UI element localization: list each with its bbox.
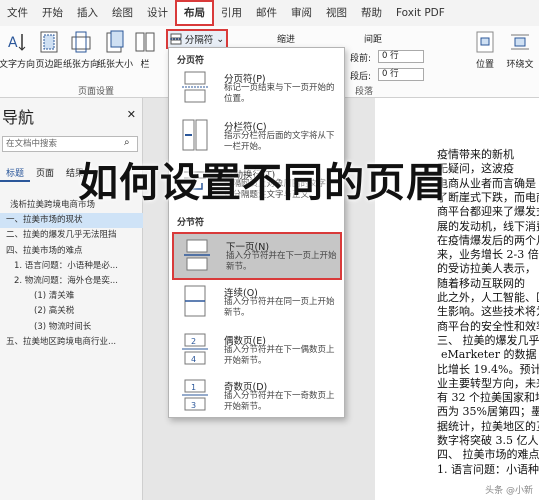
- break-option-4[interactable]: 连续(O) 插入分节符并在同一页上开始新节。: [172, 280, 342, 328]
- menu-item-5[interactable]: 布局: [175, 0, 214, 26]
- breaks-icon: [169, 33, 182, 45]
- tab-headings[interactable]: 标题: [0, 162, 31, 182]
- tab-pages[interactable]: 页面: [30, 162, 60, 182]
- page-breaks-header: 分页符: [177, 56, 205, 66]
- margins-icon: [40, 31, 58, 53]
- nav-heading-item[interactable]: (1) 清关难: [0, 289, 143, 304]
- position-button[interactable]: 位置: [470, 30, 500, 76]
- paper-size-button[interactable]: 纸张大小: [97, 30, 134, 76]
- position-label: 位置: [475, 60, 494, 70]
- break-option-description: 标记一页结束与下一页开始的位置。: [224, 83, 335, 104]
- next-page-icon: [184, 239, 210, 271]
- paragraph-group-label: 段落: [355, 87, 374, 97]
- menu-item-1[interactable]: 开始: [35, 0, 70, 26]
- svg-text:2: 2: [191, 337, 196, 346]
- svg-text:3: 3: [191, 401, 196, 410]
- break-option-5[interactable]: 2 4 偶数页(E) 插入分节符并在下一偶数页上开始新节。: [172, 328, 342, 376]
- indent-label: 缩进: [277, 35, 296, 45]
- columns-label: 栏: [140, 60, 150, 70]
- nav-heading-item[interactable]: 1. 语言问题：小语种是必...: [0, 259, 143, 274]
- break-option-description: 插入分节符并在下一页上开始新节。: [226, 251, 337, 272]
- svg-text:A: A: [8, 35, 18, 51]
- continuous-icon: [184, 285, 206, 317]
- nav-heading-item[interactable]: (2) 高关税: [0, 304, 143, 319]
- breaks-label: 分隔符: [184, 35, 214, 46]
- break-option-6[interactable]: 1 3 奇数页(D) 插入分节符并在下一奇数页上开始新节。: [172, 374, 342, 422]
- break-option-description: 插入分节符并在同一页上开始新节。: [224, 297, 335, 318]
- nav-heading-item[interactable]: 五、拉美地区跨境电商行业...: [0, 335, 143, 350]
- spacing-label: 间距: [364, 35, 383, 45]
- wrap-text-icon: [511, 34, 529, 50]
- menu-item-4[interactable]: 设计: [140, 0, 175, 26]
- nav-heading-list: 浅析拉美跨境电商市场 一、拉美市场的现状 二、拉美的爆发几乎无法阻挡 四、拉美市场的难…: [0, 198, 143, 350]
- break-option-0[interactable]: 分页符(P) 标记一页结束与下一页开始的位置。: [172, 66, 342, 114]
- nav-heading-item[interactable]: (3) 物流时间长: [0, 320, 143, 335]
- before-label: 段前:: [350, 54, 372, 64]
- wrap-text-button[interactable]: 环绕文: [502, 30, 538, 76]
- page-break-icon: [182, 71, 208, 103]
- paper-size-label: 纸张大小: [97, 60, 134, 70]
- position-icon: [476, 31, 494, 53]
- columns-button[interactable]: 栏: [134, 30, 156, 76]
- text-direction-icon: A: [8, 34, 26, 51]
- menu-item-2[interactable]: 插入: [70, 0, 105, 26]
- document-line: 1. 语言问题：小语种: [437, 462, 539, 476]
- menu-item-11[interactable]: Foxit PDF: [389, 0, 452, 26]
- after-spacing-input[interactable]: 0 行: [378, 68, 424, 81]
- nav-heading-item[interactable]: 二、拉美的爆发几乎无法阻挡: [0, 228, 143, 243]
- break-option-3[interactable]: 下一页(N) 插入分节符并在下一页上开始新节。: [172, 232, 342, 280]
- menu-item-3[interactable]: 绘图: [105, 0, 140, 26]
- text-direction-button[interactable]: A 文字方向: [0, 30, 36, 76]
- column-break-icon: [182, 119, 208, 151]
- headline-overlay: 如何设置不同的页眉: [78, 160, 447, 206]
- page-setup-group-label: 页面设置: [78, 87, 115, 97]
- margins-label: 页边距: [35, 60, 63, 70]
- nav-heading-item[interactable]: 四、拉美市场的难点: [0, 244, 143, 259]
- orientation-label: 纸张方向: [63, 60, 100, 70]
- close-icon[interactable]: ✕: [127, 108, 136, 121]
- nav-title: 导航: [2, 108, 35, 127]
- svg-text:4: 4: [191, 355, 196, 364]
- break-option-description: 插入分节符并在下一奇数页上开始新节。: [224, 391, 335, 412]
- text-direction-label: 文字方向: [0, 60, 36, 70]
- margins-button[interactable]: 页边距: [34, 30, 64, 76]
- orientation-button[interactable]: 纸张方向: [63, 30, 100, 76]
- svg-text:1: 1: [191, 383, 196, 392]
- menu-item-0[interactable]: 文件: [0, 0, 35, 26]
- odd-page-icon: 13: [182, 379, 208, 411]
- section-breaks-header: 分节符: [177, 218, 205, 228]
- chevron-down-icon: ⌄: [216, 33, 225, 45]
- before-spacing-input[interactable]: 0 行: [378, 50, 424, 63]
- after-label: 段后:: [350, 72, 372, 82]
- wrap-text-label: 环绕文: [506, 60, 534, 70]
- paper-size-icon: [106, 30, 124, 53]
- menu-item-7[interactable]: 邮件: [249, 0, 284, 26]
- nav-heading-item[interactable]: 一、拉美市场的现状: [0, 213, 143, 229]
- even-page-icon: 24: [182, 333, 208, 365]
- menu-bar: 文件 开始 插入 绘图 设计 布局 引用 邮件 审阅 视图 帮助 Foxit PDF: [0, 0, 539, 26]
- orientation-icon: [71, 31, 91, 53]
- break-option-description: 插入分节符并在下一偶数页上开始新节。: [224, 345, 335, 366]
- watermark: 头条 @小新: [485, 486, 533, 496]
- nav-heading-item[interactable]: 2. 物流问题：海外仓是奕...: [0, 274, 143, 289]
- menu-item-8[interactable]: 审阅: [284, 0, 319, 26]
- menu-item-10[interactable]: 帮助: [354, 0, 389, 26]
- menu-item-6[interactable]: 引用: [214, 0, 249, 26]
- breaks-dropdown: 分页符 分节符 分页符(P) 标记一页结束与下一页开始的位置。 分栏符(C) 指示分栏…: [168, 47, 345, 418]
- menu-item-9[interactable]: 视图: [319, 0, 354, 26]
- breaks-button[interactable]: 分隔符 ⌄: [166, 29, 228, 49]
- columns-icon: [135, 32, 155, 52]
- search-icon[interactable]: ⌕: [124, 137, 130, 148]
